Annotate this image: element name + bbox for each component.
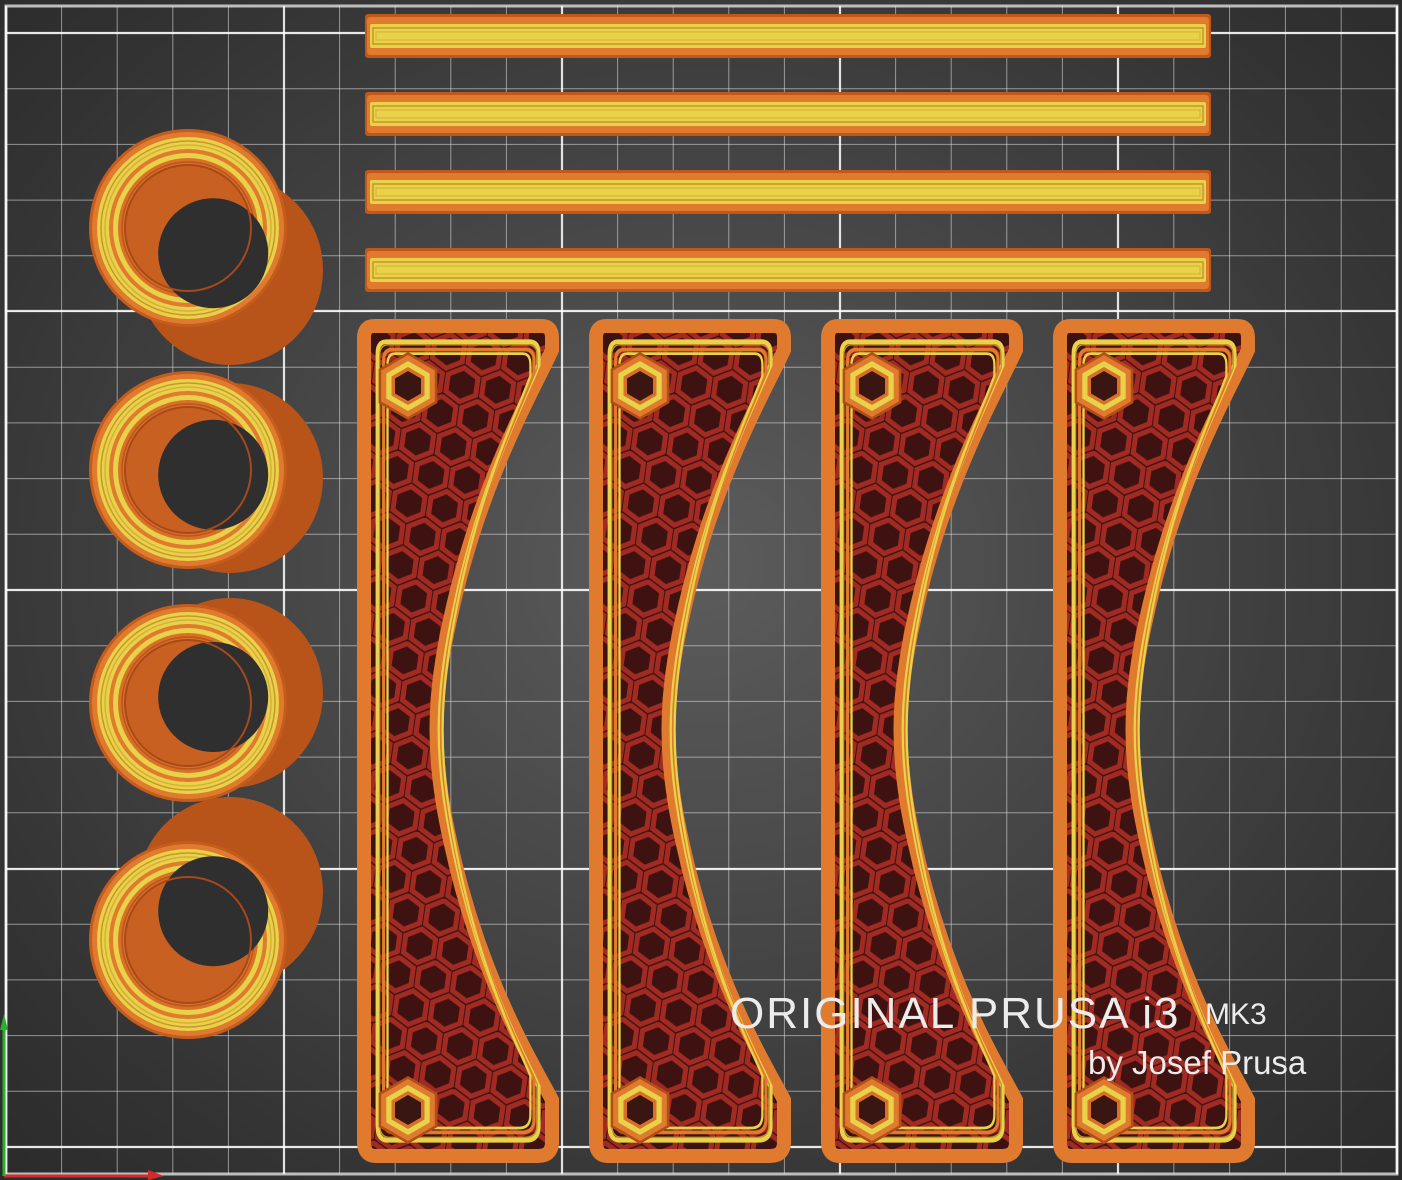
bushing-part[interactable] xyxy=(89,797,323,1039)
bushing-part[interactable] xyxy=(89,129,323,365)
axes-gizmo xyxy=(0,1014,164,1180)
bed-brand-text: ORIGINAL PRUSA i3 xyxy=(730,989,1181,1038)
rods-group xyxy=(365,14,1211,292)
rod-part[interactable] xyxy=(365,92,1211,136)
arm-part[interactable] xyxy=(357,319,562,1170)
bushings-group xyxy=(89,129,323,1039)
rod-part[interactable] xyxy=(365,170,1211,214)
3d-viewport[interactable]: ORIGINAL PRUSA i3 MK3 by Josef Prusa xyxy=(0,0,1402,1180)
rod-part[interactable] xyxy=(365,248,1211,292)
arm-part[interactable] xyxy=(1053,319,1258,1170)
arms-group xyxy=(357,319,1258,1170)
bed-author-text: by Josef Prusa xyxy=(1088,1044,1307,1081)
bed-model-text: MK3 xyxy=(1205,998,1267,1031)
arm-part[interactable] xyxy=(589,319,794,1170)
print-bed-scene[interactable] xyxy=(0,0,1402,1180)
bushing-part[interactable] xyxy=(89,371,323,573)
arm-part[interactable] xyxy=(821,319,1026,1170)
bushing-part[interactable] xyxy=(89,598,323,802)
rod-part[interactable] xyxy=(365,14,1211,58)
